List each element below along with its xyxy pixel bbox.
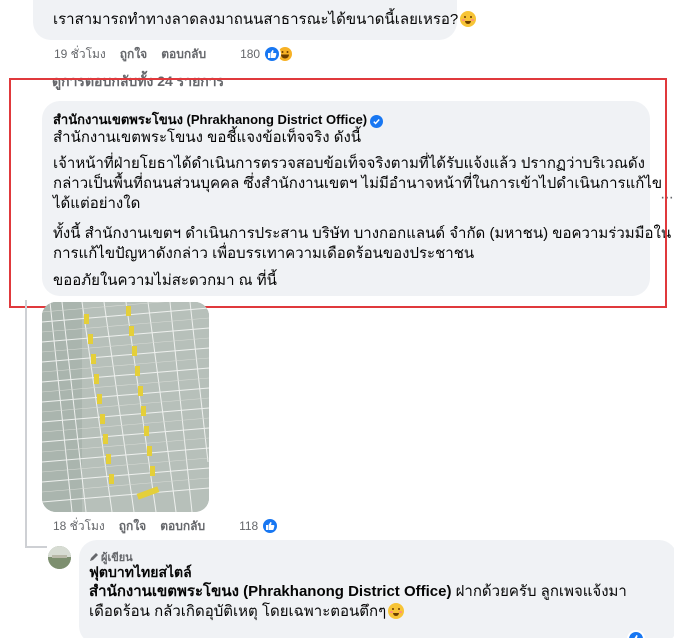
top-comment-text: เราสามารถทำทางลาดลงมาถนนสาธารณะได้ขนาดนี… bbox=[53, 10, 477, 30]
thread-line-curve bbox=[25, 546, 47, 548]
highlight-frame bbox=[9, 78, 667, 308]
attached-map-image[interactable] bbox=[42, 302, 209, 512]
worried-emoji-icon bbox=[388, 603, 405, 619]
avatar[interactable] bbox=[48, 546, 71, 569]
author-reply-text-line-1: สำนักงานเขตพระโขนง (Phrakhanong District… bbox=[89, 583, 627, 600]
like-button[interactable]: ถูกใจ bbox=[119, 517, 146, 536]
top-comment-actions: 19 ชั่วโมง ถูกใจ ตอบกลับ 180 bbox=[54, 45, 295, 64]
author-reply-name[interactable]: ฟุตบาทไทยสไตล์ bbox=[89, 564, 192, 581]
thread-line bbox=[25, 300, 27, 548]
reaction-count[interactable]: 180 bbox=[240, 47, 260, 61]
author-reply-bubble: ผู้เขียน ฟุตบาทไทยสไตล์ สำนักงานเขตพระโข… bbox=[79, 540, 674, 638]
top-comment-bubble: เราสามารถทำทางลาดลงมาถนนสาธารณะได้ขนาดนี… bbox=[33, 0, 477, 40]
reaction-icons[interactable] bbox=[261, 517, 280, 535]
map-drawing bbox=[42, 302, 209, 512]
reply-button[interactable]: ตอบกลับ bbox=[161, 45, 206, 64]
like-icon bbox=[261, 517, 280, 535]
office-reply-actions: 18 ชั่วโมง ถูกใจ ตอบกลับ 118 bbox=[53, 517, 280, 536]
reaction-icons[interactable] bbox=[263, 45, 295, 63]
comment-time[interactable]: 18 ชั่วโมง bbox=[53, 517, 105, 536]
like-icon bbox=[263, 45, 282, 63]
comment-time[interactable]: 19 ชั่วโมง bbox=[54, 45, 106, 64]
flushed-emoji-icon bbox=[460, 11, 477, 27]
reply-button[interactable]: ตอบกลับ bbox=[160, 517, 205, 536]
like-button[interactable]: ถูกใจ bbox=[120, 45, 147, 64]
reaction-count[interactable]: 118 bbox=[239, 519, 258, 533]
author-reply-text-line-2: เดือดร้อน กลัวเกิดอุบัติเหตุ โดยเฉพาะตอน… bbox=[89, 602, 405, 622]
mention-link[interactable]: สำนักงานเขตพระโขนง (Phrakhanong District… bbox=[89, 583, 451, 600]
